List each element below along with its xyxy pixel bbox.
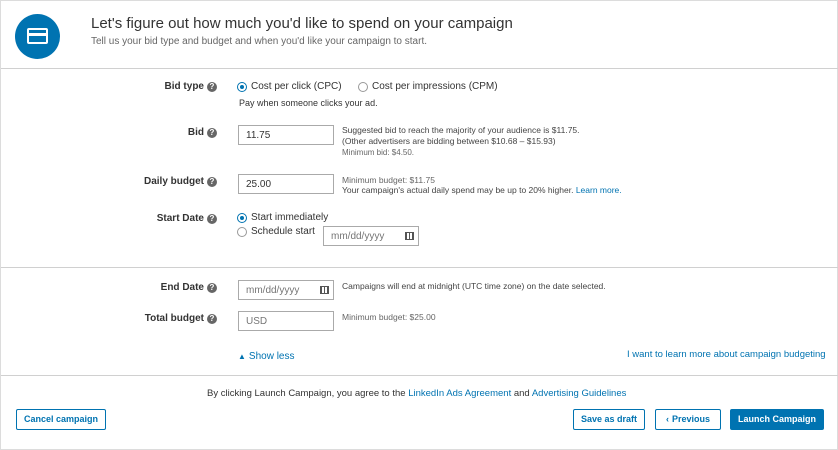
bid-type-cpc-radio[interactable]: [237, 82, 247, 92]
bid-hint-suggested: Suggested bid to reach the majority of y…: [342, 125, 580, 135]
credit-card-icon: [15, 14, 60, 59]
footer-divider: [1, 375, 838, 376]
page-title: Let's figure out how much you'd like to …: [91, 15, 513, 32]
calendar-icon[interactable]: [320, 286, 329, 294]
learn-more-link[interactable]: Learn more.: [576, 185, 622, 195]
daily-budget-spend-note: Your campaign's actual daily spend may b…: [342, 185, 574, 195]
bid-type-cpc-label[interactable]: Cost per click (CPC): [251, 81, 342, 92]
help-icon[interactable]: ?: [207, 82, 217, 92]
help-icon[interactable]: ?: [207, 177, 217, 187]
bid-hint-minimum: Minimum bid: $4.50.: [342, 148, 415, 157]
previous-button[interactable]: ‹ Previous: [655, 409, 721, 430]
chevron-up-icon: ▲: [238, 352, 246, 361]
show-less-link[interactable]: ▲ Show less: [238, 351, 295, 362]
bid-label: Bid?: [121, 127, 217, 138]
launch-campaign-button[interactable]: Launch Campaign: [730, 409, 824, 430]
ads-agreement-link[interactable]: LinkedIn Ads Agreement: [408, 388, 511, 399]
page-header: Let's figure out how much you'd like to …: [1, 1, 838, 69]
daily-budget-input[interactable]: [238, 174, 334, 194]
page-subtitle: Tell us your bid type and budget and whe…: [91, 36, 428, 47]
bid-hint-range: (Other advertisers are bidding between $…: [342, 136, 556, 146]
bid-type-cpm-radio[interactable]: [358, 82, 368, 92]
help-icon[interactable]: ?: [207, 128, 217, 138]
campaign-budget-page: Let's figure out how much you'd like to …: [0, 0, 838, 450]
total-budget-input[interactable]: [238, 311, 334, 331]
daily-budget-label: Daily budget?: [121, 176, 217, 187]
help-icon[interactable]: ?: [207, 283, 217, 293]
end-date-hint: Campaigns will end at midnight (UTC time…: [342, 281, 606, 291]
schedule-start-radio[interactable]: [237, 227, 247, 237]
cancel-campaign-button[interactable]: Cancel campaign: [16, 409, 106, 430]
start-date-label: Start Date?: [121, 213, 217, 224]
start-immediately-label[interactable]: Start immediately: [251, 212, 328, 223]
campaign-budgeting-link[interactable]: I want to learn more about campaign budg…: [627, 349, 826, 360]
total-budget-label: Total budget?: [121, 313, 217, 324]
calendar-icon[interactable]: [405, 232, 414, 240]
start-immediately-radio[interactable]: [237, 213, 247, 223]
total-budget-hint: Minimum budget: $25.00: [342, 312, 436, 322]
bid-type-description: Pay when someone clicks your ad.: [239, 98, 378, 108]
agreement-text: By clicking Launch Campaign, you agree t…: [207, 388, 627, 399]
advertising-guidelines-link[interactable]: Advertising Guidelines: [532, 388, 627, 399]
help-icon[interactable]: ?: [207, 214, 217, 224]
bid-input[interactable]: [238, 125, 334, 145]
bid-type-cpm-label[interactable]: Cost per impressions (CPM): [372, 81, 498, 92]
chevron-left-icon: ‹: [665, 414, 669, 424]
save-as-draft-button[interactable]: Save as draft: [573, 409, 645, 430]
bid-type-label: Bid type?: [121, 81, 217, 92]
end-date-label: End Date?: [121, 282, 217, 293]
schedule-start-label[interactable]: Schedule start: [251, 226, 315, 237]
help-icon[interactable]: ?: [207, 314, 217, 324]
section-divider: [1, 267, 838, 268]
